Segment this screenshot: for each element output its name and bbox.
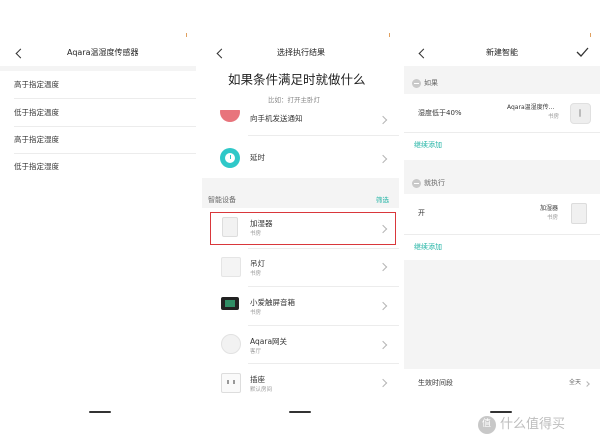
chevron-right-icon — [378, 378, 388, 388]
notification-icon — [220, 110, 240, 122]
option-above-temp[interactable]: 高于指定温度 — [14, 81, 59, 89]
status-indicator — [186, 33, 187, 37]
gateway-icon — [221, 334, 241, 354]
condition-list: 高于指定温度 低于指定温度 高于指定湿度 低于指定湿度 — [0, 71, 196, 181]
action-text: 开 — [418, 209, 425, 217]
home-indicator — [89, 411, 111, 413]
minus-circle-icon — [412, 79, 421, 88]
watermark-logo: 值 — [478, 416, 496, 434]
action-device: 加湿器 — [540, 205, 559, 212]
device-list: 加湿器 书房 吊灯 书房 小爱触屏音箱 书房 Aqara网关 客厅 插座 默认房… — [202, 208, 399, 444]
section-label: 智能设备 — [208, 196, 236, 204]
condition-text: 湿度低于40% — [418, 109, 462, 117]
sensor-icon — [570, 103, 591, 124]
page-title: 选择执行结果 — [277, 48, 325, 57]
chevron-right-icon — [584, 381, 590, 387]
action-card: 开 加湿器 书房 继续添加 — [404, 194, 600, 260]
device-room: 默认房间 — [250, 387, 273, 393]
lamp-icon — [221, 257, 241, 277]
device-row-ceiling-light[interactable]: 吊灯 书房 — [202, 249, 399, 286]
action-select-panel: 选择执行结果 如果条件满足时就做什么 比如：打开主卧灯 向手机发送通知 延时 智… — [202, 0, 399, 444]
device-row-gateway[interactable]: Aqara网关 客厅 — [202, 326, 399, 363]
option-below-temp[interactable]: 低于指定温度 — [14, 109, 59, 117]
highlight-frame — [210, 212, 396, 245]
chevron-right-icon — [378, 301, 388, 311]
home-indicator — [490, 411, 512, 413]
delay-label: 延时 — [250, 153, 265, 162]
time-value: 全天 — [569, 379, 582, 386]
device-row-speaker[interactable]: 小爱触屏音箱 书房 — [202, 287, 399, 325]
condition-room: 书房 — [548, 114, 560, 120]
sensor-trigger-panel: Aqara温湿度传感器 高于指定温度 低于指定温度 高于指定湿度 低于指定湿度 — [0, 0, 196, 444]
device-room: 书房 — [250, 310, 262, 316]
minus-circle-icon — [412, 179, 421, 188]
add-action-link[interactable]: 继续添加 — [414, 244, 442, 251]
device-room: 书房 — [250, 271, 262, 277]
device-name: 小爱触屏音箱 — [250, 298, 295, 307]
action-room: 书房 — [547, 215, 559, 221]
status-indicator — [590, 33, 591, 37]
then-label: 就执行 — [424, 179, 445, 187]
condition-device: Aqara温湿度传... — [507, 104, 555, 111]
condition-row[interactable]: 湿度低于40% Aqara温湿度传... 书房 — [404, 94, 600, 132]
subheading: 比如：打开主卧灯 — [268, 96, 320, 104]
add-condition-link[interactable]: 继续添加 — [414, 142, 442, 149]
condition-card: 湿度低于40% Aqara温湿度传... 书房 继续添加 — [404, 94, 600, 160]
notify-label: 向手机发送通知 — [250, 114, 303, 123]
option-below-humidity[interactable]: 低于指定湿度 — [14, 163, 59, 171]
plug-icon — [221, 373, 241, 393]
device-row-plug[interactable]: 插座 默认房间 — [202, 364, 399, 402]
chevron-right-icon — [378, 262, 388, 272]
speaker-icon — [221, 297, 239, 310]
device-room: 客厅 — [250, 349, 262, 355]
device-name: 吊灯 — [250, 259, 265, 268]
chevron-right-icon — [378, 154, 388, 164]
delay-item[interactable]: 延时 — [202, 140, 399, 178]
heading: 如果条件满足时就做什么 — [228, 72, 366, 87]
device-name: Aqara网关 — [250, 337, 288, 346]
confirm-check-icon[interactable] — [576, 47, 589, 57]
action-row[interactable]: 开 加湿器 书房 — [404, 194, 600, 234]
filter-link[interactable]: 筛选 — [376, 197, 389, 204]
humidifier-icon — [571, 203, 587, 224]
time-label: 生效时间段 — [418, 379, 453, 387]
new-automation-panel: 新建智能 如果 湿度低于40% Aqara温湿度传... 书房 继续添加 就执行… — [404, 0, 600, 444]
chevron-right-icon — [378, 340, 388, 350]
clock-icon — [220, 148, 240, 168]
page-title: 新建智能 — [486, 48, 518, 57]
status-indicator — [389, 33, 390, 37]
page-title: Aqara温湿度传感器 — [67, 48, 139, 57]
chevron-right-icon — [378, 115, 388, 125]
watermark-text: 什么值得买 — [500, 417, 566, 432]
device-name: 插座 — [250, 375, 265, 384]
notify-item[interactable]: 向手机发送通知 — [202, 110, 399, 130]
option-above-humidity[interactable]: 高于指定湿度 — [14, 136, 59, 144]
time-row[interactable]: 生效时间段 全天 — [404, 369, 600, 399]
if-label: 如果 — [424, 79, 438, 87]
home-indicator — [289, 411, 311, 413]
